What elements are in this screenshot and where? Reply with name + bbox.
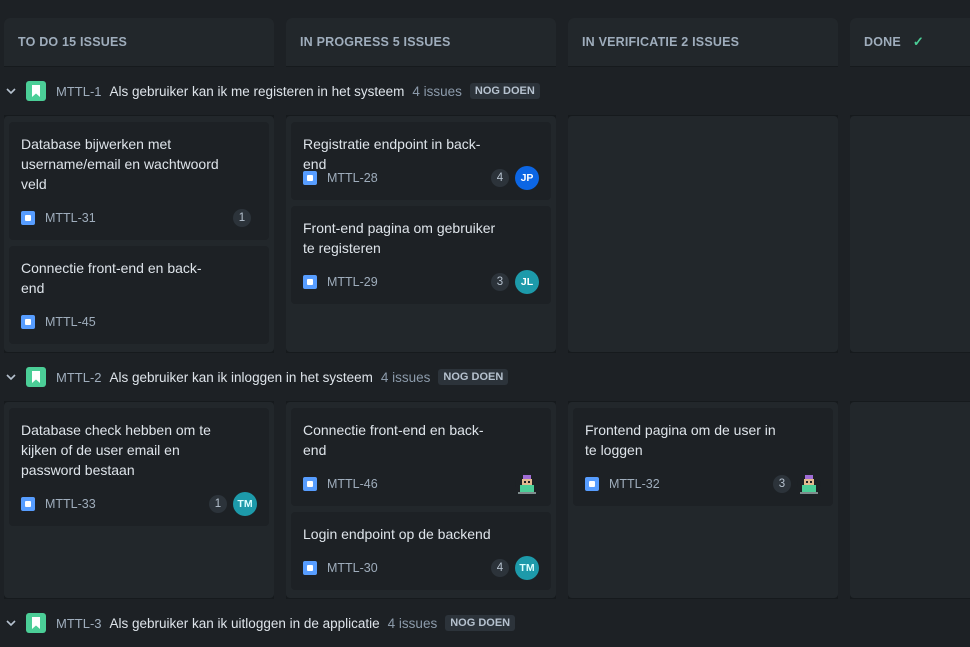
swimlane-header-mttl-3[interactable]: MTTL-3 Als gebruiker kan ik uitloggen in… [0,599,970,647]
issue-key[interactable]: MTTL-28 [327,171,491,185]
status-badge: NOG DOEN [469,83,540,99]
swimlane-header-mttl-2[interactable]: MTTL-2 Als gebruiker kan ik inloggen in … [0,353,970,401]
issue-card-mttl-32[interactable]: Frontend pagina om de user in te loggen … [573,408,833,506]
card-summary: Login endpoint op de backend [303,526,491,542]
epic-title: Als gebruiker kan ik inloggen in het sys… [109,369,373,385]
issue-key[interactable]: MTTL-33 [45,497,209,511]
issue-card-mttl-45[interactable]: Connectie front-end en back-end MTTL-45 [9,246,269,344]
status-badge: NOG DOEN [438,369,509,385]
avatar[interactable]: JP [515,166,539,190]
issue-count: 4 issues [387,615,438,631]
card-summary: Database bijwerken met username/email en… [21,136,219,192]
story-icon [303,477,317,491]
epic-key[interactable]: MTTL-2 [56,370,102,385]
issue-card-mttl-46[interactable]: Connectie front-end en back-end MTTL-46 [291,408,551,506]
swimlane-cell [850,116,970,352]
chevron-down-icon[interactable] [6,86,16,96]
avatar[interactable]: TM [233,492,257,516]
avatar[interactable]: JL [515,270,539,294]
avatar[interactable] [797,472,821,496]
issue-card-mttl-30[interactable]: Login endpoint op de backend MTTL-30 4 T… [291,512,551,590]
bookmark-icon [26,81,46,101]
swimlane-cell [850,402,970,598]
chevron-down-icon[interactable] [6,618,16,628]
story-points: 1 [209,495,227,513]
story-points: 4 [491,559,509,577]
swimlane-cell [568,116,838,352]
story-icon [303,171,317,185]
epic-key[interactable]: MTTL-3 [56,616,102,631]
pixel-avatar-icon [800,475,818,494]
swimlane-header-mttl-1[interactable]: MTTL-1 Als gebruiker kan ik me registere… [0,67,970,115]
issue-key[interactable]: MTTL-32 [609,477,773,491]
card-summary: Frontend pagina om de user in te loggen [585,422,776,458]
card-summary: Connectie front-end en back-end [303,422,484,458]
issue-key[interactable]: MTTL-31 [45,211,233,225]
avatar[interactable] [515,472,539,496]
pixel-avatar-icon [518,475,536,494]
bookmark-icon [26,613,46,633]
issue-count: 4 issues [380,369,431,385]
issue-card-mttl-29[interactable]: Front-end pagina om gebruiker te registe… [291,206,551,304]
column-title: IN VERIFICATIE 2 ISSUES [582,35,740,49]
issue-key[interactable]: MTTL-45 [45,315,257,329]
issue-key[interactable]: MTTL-46 [327,477,515,491]
story-points: 4 [491,169,509,187]
card-summary: Connectie front-end en back-end [21,260,202,296]
story-icon [303,561,317,575]
column-header-todo[interactable]: TO DO 15 ISSUES [4,18,274,66]
issue-key[interactable]: MTTL-29 [327,275,491,289]
card-summary: Front-end pagina om gebruiker te registe… [303,220,496,256]
issue-key[interactable]: MTTL-30 [327,561,491,575]
story-icon [21,497,35,511]
story-icon [21,315,35,329]
story-points: 3 [773,475,791,493]
check-icon: ✓ [912,34,925,49]
column-title: IN PROGRESS 5 ISSUES [300,35,451,49]
story-icon [303,275,317,289]
issue-count: 4 issues [412,83,462,99]
column-title: DONE [864,35,901,49]
issue-card-mttl-33[interactable]: Database check hebben om te kijken of de… [9,408,269,526]
avatar[interactable]: TM [515,556,539,580]
status-badge: NOG DOEN [445,615,516,631]
story-points: 1 [233,209,251,227]
chevron-down-icon[interactable] [6,372,16,382]
column-title: TO DO 15 ISSUES [18,35,128,49]
epic-key[interactable]: MTTL-1 [56,84,102,99]
epic-title: Als gebruiker kan ik me registeren in he… [109,83,405,99]
column-header-in-progress[interactable]: IN PROGRESS 5 ISSUES [286,18,556,66]
column-header-done[interactable]: DONE ✓ [850,18,970,66]
issue-card-mttl-31[interactable]: Database bijwerken met username/email en… [9,122,269,240]
story-icon [21,211,35,225]
bookmark-icon [26,367,46,387]
column-header-in-verificatie[interactable]: IN VERIFICATIE 2 ISSUES [568,18,838,66]
story-points: 3 [491,273,509,291]
issue-card-mttl-28[interactable]: Registratie endpoint in back-end MTTL-28… [291,122,551,200]
story-icon [585,477,599,491]
card-summary: Database check hebben om te kijken of de… [21,422,211,478]
epic-title: Als gebruiker kan ik uitloggen in de app… [109,615,380,631]
